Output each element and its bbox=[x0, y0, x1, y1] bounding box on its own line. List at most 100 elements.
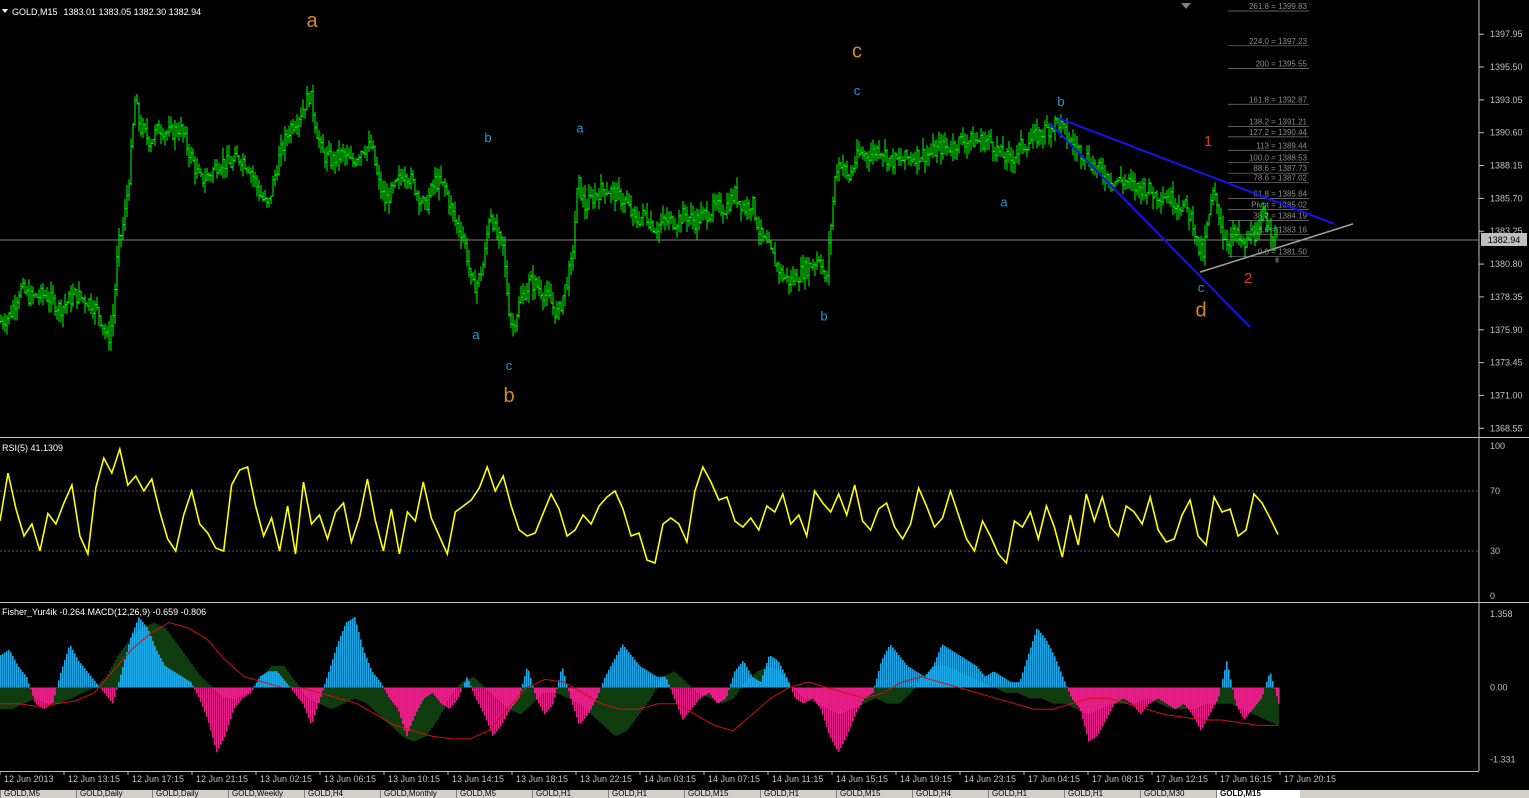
time-tick-label: 14 Jun 07:15 bbox=[708, 774, 760, 784]
fisher-bar bbox=[1162, 687, 1164, 702]
time-tick-label: 17 Jun 08:15 bbox=[1092, 774, 1144, 784]
fisher-bar bbox=[430, 687, 432, 695]
fisher-bar bbox=[436, 687, 438, 699]
fisher-bar bbox=[548, 687, 550, 710]
fisher-bar bbox=[196, 687, 198, 694]
fisher-bar bbox=[708, 687, 710, 693]
fisher-bar bbox=[1158, 687, 1160, 699]
fisher-bar bbox=[580, 687, 582, 724]
time-tick-label: 14 Jun 03:15 bbox=[644, 774, 696, 784]
fisher-bar bbox=[68, 647, 70, 688]
chart-tab[interactable]: GOLD,Weekly bbox=[228, 790, 306, 798]
fisher-bar bbox=[586, 687, 588, 717]
fisher-bar bbox=[930, 669, 932, 688]
fisher-bar bbox=[190, 682, 192, 688]
wave-label: a bbox=[306, 10, 318, 32]
fisher-bar bbox=[824, 687, 826, 721]
fisher-bar bbox=[754, 678, 756, 688]
fisher-bar bbox=[556, 687, 558, 690]
chart-tab[interactable]: GOLD,Daily bbox=[76, 790, 154, 798]
fisher-bar bbox=[1194, 687, 1196, 719]
fisher-bar bbox=[684, 687, 686, 718]
fisher-bar bbox=[1078, 687, 1080, 708]
fisher-bar bbox=[58, 680, 60, 688]
chart-tab[interactable]: GOLD,M5 bbox=[0, 790, 78, 798]
fisher-bar bbox=[832, 687, 834, 742]
fisher-bar bbox=[820, 687, 822, 709]
oscillator-tick-label: 1.358 bbox=[1490, 609, 1513, 619]
fisher-bar bbox=[976, 666, 978, 688]
fisher-bar bbox=[1258, 687, 1260, 702]
price-tick-label: 1395.50 bbox=[1490, 62, 1523, 72]
fisher-bar bbox=[210, 687, 212, 731]
chart-tab[interactable]: GOLD,H1 bbox=[532, 790, 610, 798]
fisher-bar bbox=[956, 653, 958, 688]
fisher-bar bbox=[1248, 687, 1250, 715]
fisher-bar bbox=[728, 687, 730, 691]
trading-chart[interactable]: 1397.95 1395.50 1393.05 1390.60 1388.15 1385.… bbox=[0, 0, 1529, 790]
chart-tab[interactable]: GOLD,Daily bbox=[152, 790, 230, 798]
fisher-bar bbox=[954, 652, 956, 688]
fisher-bar bbox=[356, 624, 358, 688]
time-tick-label: 17 Jun 12:15 bbox=[1156, 774, 1208, 784]
fisher-bar bbox=[1118, 687, 1120, 702]
fisher-bar bbox=[972, 663, 974, 688]
fisher-bar bbox=[584, 687, 586, 719]
fisher-bar bbox=[248, 687, 250, 695]
chart-tab[interactable]: GOLD,M15 bbox=[1216, 790, 1300, 798]
chart-tab[interactable]: GOLD,H1 bbox=[1064, 790, 1142, 798]
fisher-bar bbox=[674, 687, 676, 700]
fisher-bar bbox=[218, 687, 220, 749]
fisher-bar bbox=[1278, 687, 1280, 704]
fisher-bar bbox=[1138, 687, 1140, 713]
fisher-bar bbox=[1184, 687, 1186, 705]
fisher-bar bbox=[520, 687, 522, 692]
fisher-bar bbox=[30, 687, 32, 690]
chart-tab[interactable]: GOLD,M5 bbox=[456, 790, 534, 798]
price-tick-label: 1385.70 bbox=[1490, 193, 1523, 203]
fisher-bar bbox=[1156, 687, 1158, 700]
fisher-bar bbox=[282, 678, 284, 688]
fisher-bar bbox=[1002, 676, 1004, 688]
chart-tab[interactable]: GOLD,H4 bbox=[912, 790, 990, 798]
fisher-bar bbox=[322, 687, 324, 691]
fisher-bar bbox=[1176, 687, 1178, 709]
fisher-bar bbox=[386, 687, 388, 694]
chart-tab[interactable]: GOLD,H1 bbox=[988, 790, 1066, 798]
fisher-bar bbox=[120, 674, 122, 688]
fisher-bar bbox=[528, 670, 530, 688]
fisher-bar bbox=[920, 674, 922, 688]
fisher-bar bbox=[1022, 672, 1024, 688]
fisher-bar bbox=[1014, 682, 1016, 688]
fisher-bar bbox=[1178, 687, 1180, 707]
fisher-bar bbox=[478, 687, 480, 705]
chart-tab[interactable]: GOLD,H1 bbox=[608, 790, 686, 798]
fisher-bar bbox=[1006, 679, 1008, 688]
chart-tab[interactable]: GOLD,M30 bbox=[1140, 790, 1218, 798]
fisher-bar bbox=[1224, 670, 1226, 688]
chart-tab[interactable]: GOLD,M15 bbox=[684, 790, 762, 798]
chart-tab[interactable]: GOLD,H4 bbox=[304, 790, 382, 798]
fisher-bar bbox=[906, 664, 908, 688]
fisher-bar bbox=[258, 678, 260, 688]
fisher-bar bbox=[1066, 686, 1068, 688]
fisher-bar bbox=[344, 626, 346, 688]
fisher-bar bbox=[96, 683, 98, 688]
fisher-bar bbox=[212, 687, 214, 738]
fisher-bar bbox=[0, 655, 2, 688]
fisher-bar bbox=[1038, 630, 1040, 688]
fisher-bar bbox=[522, 683, 524, 688]
fisher-bar bbox=[110, 687, 112, 701]
chart-tab[interactable]: GOLD,H1 bbox=[760, 790, 838, 798]
fisher-bar bbox=[1122, 687, 1124, 699]
fisher-bar bbox=[796, 687, 798, 700]
fisher-bar bbox=[622, 644, 624, 688]
chart-tab[interactable]: GOLD,Monthly bbox=[380, 790, 458, 798]
wave-label: 1 bbox=[1204, 133, 1212, 150]
fisher-bar bbox=[1054, 656, 1056, 688]
fisher-bar bbox=[1134, 687, 1136, 708]
fisher-bar bbox=[340, 636, 342, 688]
fisher-bar bbox=[722, 687, 724, 701]
fisher-bar bbox=[768, 656, 770, 688]
chart-tab[interactable]: GOLD,M15 bbox=[836, 790, 914, 798]
